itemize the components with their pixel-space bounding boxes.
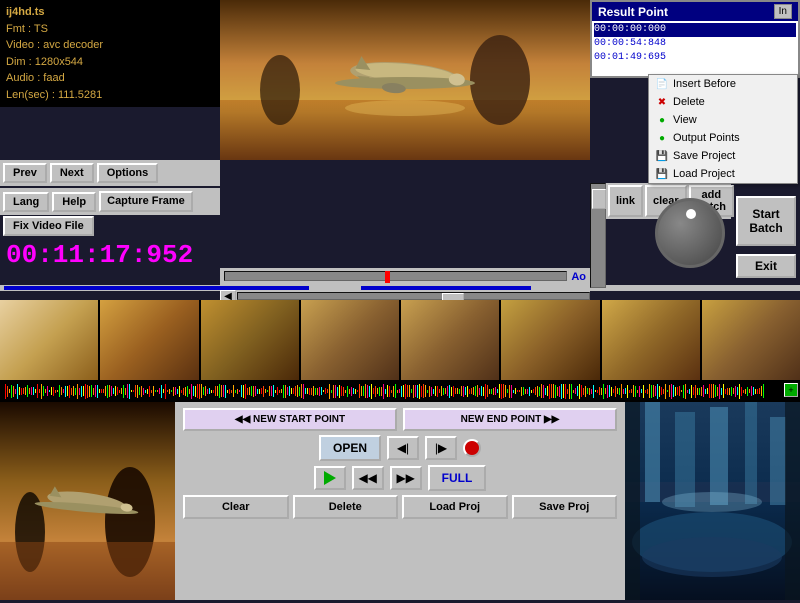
vertical-slider[interactable] <box>590 183 606 288</box>
progress-bar-left <box>4 286 309 290</box>
full-button[interactable]: FULL <box>428 465 487 491</box>
play-button[interactable] <box>314 466 346 490</box>
audio-label: Audio : faad <box>6 70 214 87</box>
thumb-6[interactable] <box>501 300 599 380</box>
menu-insert-before[interactable]: 📄 Insert Before <box>649 75 797 93</box>
info-panel: ij4hd.ts Fmt : TS Video : avc decoder Di… <box>0 0 220 107</box>
load-proj-button[interactable]: Load Proj <box>402 495 508 519</box>
thumb-7[interactable] <box>602 300 700 380</box>
help-button[interactable]: Help <box>52 192 96 212</box>
context-menu: 📄 Insert Before ✖ Delete ● View ● Output… <box>648 74 798 184</box>
thumb-5[interactable] <box>401 300 499 380</box>
result-item-0[interactable]: 00:00:00:000 <box>594 23 796 37</box>
play-icon <box>324 471 336 485</box>
rewind-button[interactable]: ◀◀ <box>352 466 384 490</box>
result-panel: Result Point In 00:00:00:000 00:00:54:84… <box>590 0 800 78</box>
result-header: Result Point In <box>592 2 798 21</box>
video-content <box>220 0 590 160</box>
exit-button[interactable]: Exit <box>736 254 796 278</box>
clear-action-button[interactable]: Clear <box>183 495 289 519</box>
waveform-expand-button[interactable]: + <box>784 383 798 397</box>
next-button[interactable]: Next <box>50 163 94 183</box>
result-list: 00:00:00:000 00:00:54:848 00:01:49:695 <box>592 21 798 76</box>
timecode-display: 00:11:17:952 <box>6 240 193 270</box>
waveform-display: // Render waveform inline + <box>0 380 800 402</box>
new-start-point-button[interactable]: ◀◀ NEW START POINT <box>183 408 397 431</box>
step-fwd-button[interactable]: |▶ <box>425 436 457 460</box>
thumb-4[interactable] <box>301 300 399 380</box>
menu-view[interactable]: ● View <box>649 111 797 129</box>
scroll-track[interactable] <box>237 292 590 300</box>
fix-video-button[interactable]: Fix Video File <box>3 216 94 236</box>
insert-icon: 📄 <box>655 77 669 91</box>
capture-frame-button[interactable]: Capture Frame <box>99 191 193 212</box>
prev-button[interactable]: Prev <box>3 163 47 183</box>
thumb-3[interactable] <box>201 300 299 380</box>
volume-knob[interactable] <box>655 198 735 278</box>
thumbnail-strip <box>0 300 800 380</box>
save-icon: 💾 <box>655 149 669 163</box>
thumb-2[interactable] <box>100 300 198 380</box>
bottom-preview-left <box>0 402 175 600</box>
result-title: Result Point <box>598 5 668 19</box>
knob-dot <box>686 209 696 219</box>
ao-label: Ao <box>571 271 586 283</box>
video-preview <box>220 0 590 160</box>
output-icon: ● <box>655 131 669 145</box>
left-preview-content <box>0 402 175 600</box>
lang-button[interactable]: Lang <box>3 192 49 212</box>
delete-action-button[interactable]: Delete <box>293 495 399 519</box>
menu-save-project[interactable]: 💾 Save Project <box>649 147 797 165</box>
v-slider-thumb[interactable] <box>592 189 606 209</box>
delete-icon: ✖ <box>655 95 669 109</box>
button-row-1: Prev Next Options <box>0 160 220 186</box>
thumb-8[interactable] <box>702 300 800 380</box>
bottom-center-controls: ◀◀ NEW START POINT NEW END POINT ▶▶ OPEN… <box>175 402 625 600</box>
playback-row: ◀◀ ▶▶ FULL <box>183 465 617 491</box>
new-end-point-button[interactable]: NEW END POINT ▶▶ <box>403 408 617 431</box>
knob-body[interactable] <box>655 198 725 268</box>
seek-thumb[interactable] <box>385 271 390 283</box>
bottom-section: ◀◀ NEW START POINT NEW END POINT ▶▶ OPEN… <box>0 402 800 600</box>
start-batch-button[interactable]: Start Batch <box>736 196 796 246</box>
result-item-2[interactable]: 00:01:49:695 <box>594 51 796 65</box>
view-icon: ● <box>655 113 669 127</box>
len-label: Len(sec) : 111.5281 <box>6 87 214 104</box>
result-item-1[interactable]: 00:00:54:848 <box>594 37 796 51</box>
open-button[interactable]: OPEN <box>319 435 381 461</box>
action-buttons-row: Clear Delete Load Proj Save Proj <box>183 495 617 519</box>
progress-bar-right <box>361 286 531 290</box>
step-back-button[interactable]: ◀| <box>387 436 419 460</box>
menu-delete[interactable]: ✖ Delete <box>649 93 797 111</box>
link-button[interactable]: link <box>608 185 643 217</box>
point-buttons-row: ◀◀ NEW START POINT NEW END POINT ▶▶ <box>183 408 617 431</box>
bottom-preview-right <box>625 402 800 600</box>
seek-track[interactable] <box>224 271 567 281</box>
button-row-2: Lang Help Capture Frame <box>0 188 220 215</box>
fast-fwd-button[interactable]: ▶▶ <box>390 466 422 490</box>
load-icon: 💾 <box>655 167 669 181</box>
thumb-1[interactable] <box>0 300 98 380</box>
seek-slider-area: Ao <box>220 268 590 286</box>
filename: ij4hd.ts <box>6 4 214 21</box>
menu-load-project[interactable]: 💾 Load Project <box>649 165 797 183</box>
options-button[interactable]: Options <box>97 163 159 183</box>
video-label: Video : avc decoder <box>6 37 214 54</box>
right-preview-content <box>625 402 800 600</box>
fmt-label: Fmt : TS <box>6 21 214 38</box>
record-button[interactable] <box>463 439 481 457</box>
dim-label: Dim : 1280x544 <box>6 54 214 71</box>
menu-output-points[interactable]: ● Output Points <box>649 129 797 147</box>
waveform-bars: // Render waveform inline <box>5 383 795 399</box>
media-controls-row: OPEN ◀| |▶ <box>183 435 617 461</box>
result-in-button[interactable]: In <box>774 4 792 19</box>
save-proj-button[interactable]: Save Proj <box>512 495 618 519</box>
